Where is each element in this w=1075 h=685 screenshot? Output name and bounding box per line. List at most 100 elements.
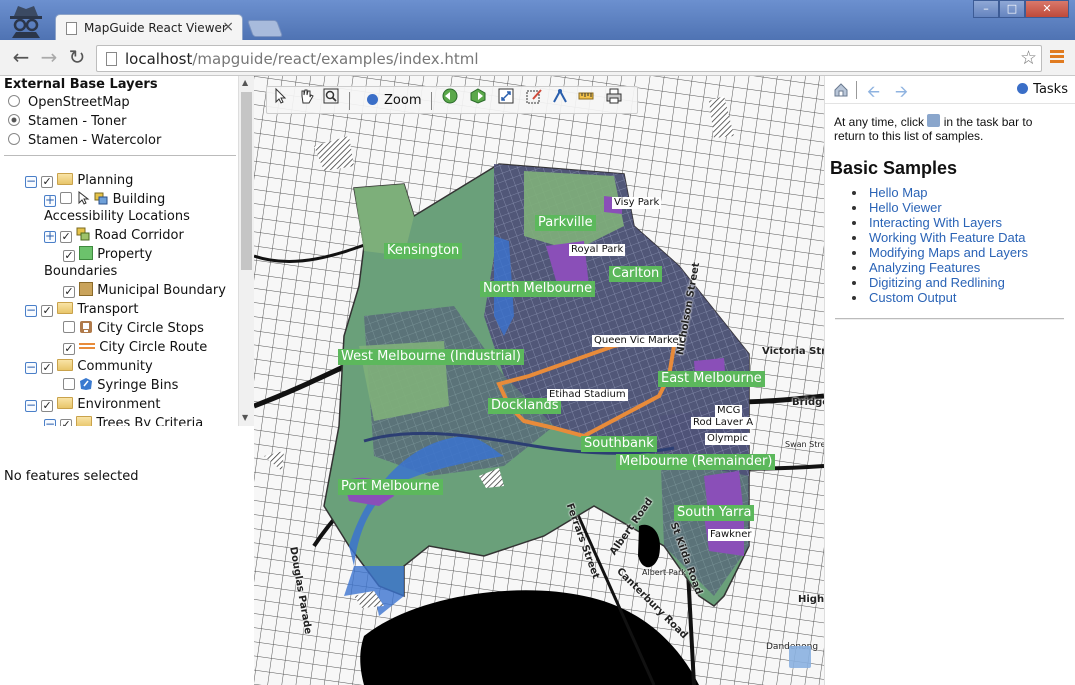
browser-tab[interactable]: MapGuide React Viewer × <box>55 14 243 42</box>
map-label-poi: Fawkner <box>708 529 754 541</box>
tasks-menu-button[interactable]: Tasks <box>1017 82 1068 97</box>
address-bar[interactable]: localhost/mapguide/react/examples/index.… <box>96 45 1042 72</box>
sample-link-feature-data[interactable]: Working With Feature Data <box>852 230 1028 245</box>
base-layer-watercolor[interactable]: Stamen - Watercolor <box>8 133 161 148</box>
sample-link-custom-output[interactable]: Custom Output <box>852 290 1028 305</box>
checkbox-unchecked[interactable] <box>63 378 75 390</box>
checkbox-unchecked[interactable] <box>60 192 73 204</box>
sample-link-hello-viewer[interactable]: Hello Viewer <box>852 200 1028 215</box>
back-arrow-icon[interactable]: ← <box>10 47 32 69</box>
checkbox-checked[interactable]: ✓ <box>63 286 75 298</box>
collapse-icon[interactable]: − <box>25 399 37 412</box>
map-label-poi: Olympic <box>705 433 750 445</box>
tree-group-environment[interactable]: − ✓ Environment <box>25 396 160 413</box>
tree-group-community[interactable]: − ✓ Community <box>25 358 153 375</box>
map-label-suburb: West Melbourne (Industrial) <box>338 349 524 365</box>
tree-layer-syringe-bins[interactable]: Syringe Bins <box>63 377 178 394</box>
tab-title: MapGuide React Viewer <box>84 21 227 35</box>
print-icon[interactable] <box>605 87 623 105</box>
map-info-button[interactable] <box>789 646 811 668</box>
folder-icon <box>76 416 93 426</box>
tree-layer-city-circle-route[interactable]: ✓ City Circle Route <box>63 339 207 356</box>
map-label-street: Bridge <box>792 397 824 408</box>
map-label-suburb: Melbourne (Remainder) <box>616 454 776 470</box>
checkbox-unchecked[interactable] <box>63 321 75 333</box>
page-icon <box>106 52 117 66</box>
next-view-icon[interactable] <box>469 87 487 105</box>
collapse-icon[interactable]: − <box>25 361 37 374</box>
tree-group-planning[interactable]: − ✓ Planning <box>25 172 133 189</box>
layer-manager: External Base Layers OpenStreetMap Stame… <box>0 76 238 426</box>
checkbox-checked[interactable]: ✓ <box>63 250 75 262</box>
measure-icon[interactable] <box>551 87 569 105</box>
expand-icon[interactable]: + <box>44 194 56 207</box>
new-tab-button[interactable] <box>246 20 284 37</box>
base-layer-osm[interactable]: OpenStreetMap <box>8 95 130 110</box>
url-text[interactable]: localhost/mapguide/react/examples/index.… <box>125 50 479 68</box>
sample-link-digitizing[interactable]: Digitizing and Redlining <box>852 275 1028 290</box>
browser-toolbar: ← → ↻ localhost/mapguide/react/examples/… <box>0 40 1075 76</box>
collapse-icon[interactable]: − <box>25 175 37 188</box>
tree-layer-trees-by-criteria[interactable]: − ✓ Trees By Criteria <box>44 415 203 426</box>
previous-view-icon[interactable] <box>441 87 459 105</box>
pan-icon[interactable] <box>297 87 315 105</box>
back-arrow-icon[interactable]: 🡨 <box>867 81 880 108</box>
checkbox-checked[interactable]: ✓ <box>41 400 54 412</box>
map-viewport[interactable]: Zoom Kensington Parkville North Melbourn… <box>254 76 824 685</box>
legend-scrollbar[interactable]: ▲ ▼ <box>238 76 254 426</box>
collapse-icon[interactable]: − <box>44 418 56 426</box>
scroll-up-icon[interactable]: ▲ <box>242 78 248 87</box>
base-layers-title: External Base Layers <box>4 77 158 92</box>
zoom-extents-icon[interactable] <box>497 87 515 105</box>
map-label-poi: Visy Park <box>612 197 662 209</box>
scroll-thumb[interactable] <box>241 92 252 270</box>
tree-label: Road Corridor <box>94 228 184 243</box>
select-icon[interactable] <box>271 87 289 105</box>
close-window-button[interactable]: ✕ <box>1025 0 1069 18</box>
checkbox-checked[interactable]: ✓ <box>41 176 54 188</box>
tree-layer-city-circle-stops[interactable]: City Circle Stops <box>63 320 204 337</box>
browser-titlebar: MapGuide React Viewer × – □ ✕ <box>0 0 1075 42</box>
collapse-icon[interactable]: − <box>25 304 37 317</box>
base-layer-toner[interactable]: Stamen - Toner <box>8 114 126 129</box>
sample-link-analyzing[interactable]: Analyzing Features <box>852 260 1028 275</box>
radio-icon[interactable] <box>8 95 20 107</box>
tree-layer-building[interactable]: + Building <box>44 191 165 208</box>
map-label-poi: Royal Park <box>569 244 626 256</box>
checkbox-checked[interactable]: ✓ <box>63 343 75 355</box>
zoom-menu[interactable]: Zoom <box>367 93 421 108</box>
tree-label: Municipal Boundary <box>97 283 226 298</box>
expand-icon[interactable]: + <box>44 230 56 243</box>
checkbox-checked[interactable]: ✓ <box>41 362 54 374</box>
radio-selected-icon[interactable] <box>8 114 20 126</box>
zoom-rect-icon[interactable] <box>322 87 340 105</box>
divider <box>835 318 1064 320</box>
chevron-down-icon <box>1017 83 1029 94</box>
checkbox-checked[interactable]: ✓ <box>41 305 54 317</box>
maximize-button[interactable]: □ <box>999 0 1025 18</box>
url-host: localhost <box>125 50 193 68</box>
bookmark-star-icon[interactable]: ☆ <box>1020 47 1037 69</box>
minimize-button[interactable]: – <box>973 0 999 18</box>
home-icon[interactable] <box>833 82 849 98</box>
tree-layer-municipal-boundary[interactable]: ✓ Municipal Boundary <box>63 282 226 299</box>
tree-layer-road-corridor[interactable]: + ✓ Road Corridor <box>44 227 184 244</box>
sample-link-hello-map[interactable]: Hello Map <box>852 185 1028 200</box>
sample-link-modifying-maps[interactable]: Modifying Maps and Layers <box>852 245 1028 260</box>
sample-link-interacting-layers[interactable]: Interacting With Layers <box>852 215 1028 230</box>
clear-selection-icon[interactable] <box>525 87 543 105</box>
tab-close-button[interactable]: × <box>222 19 234 35</box>
tree-layer-property[interactable]: ✓ Property <box>63 246 152 263</box>
toolbar-separator <box>856 81 857 99</box>
forward-arrow-icon[interactable]: 🡪 <box>895 81 908 108</box>
forward-arrow-icon[interactable]: → <box>38 47 60 69</box>
reload-icon[interactable]: ↻ <box>66 47 88 69</box>
checkbox-checked[interactable]: ✓ <box>60 231 73 243</box>
tree-group-transport[interactable]: − ✓ Transport <box>25 301 138 318</box>
map-label-street: High S <box>798 594 824 605</box>
browser-menu-icon[interactable] <box>1050 50 1064 64</box>
scroll-down-icon[interactable]: ▼ <box>242 413 248 422</box>
radio-icon[interactable] <box>8 133 20 145</box>
ruler-icon[interactable] <box>577 87 595 105</box>
checkbox-checked[interactable]: ✓ <box>60 419 73 426</box>
